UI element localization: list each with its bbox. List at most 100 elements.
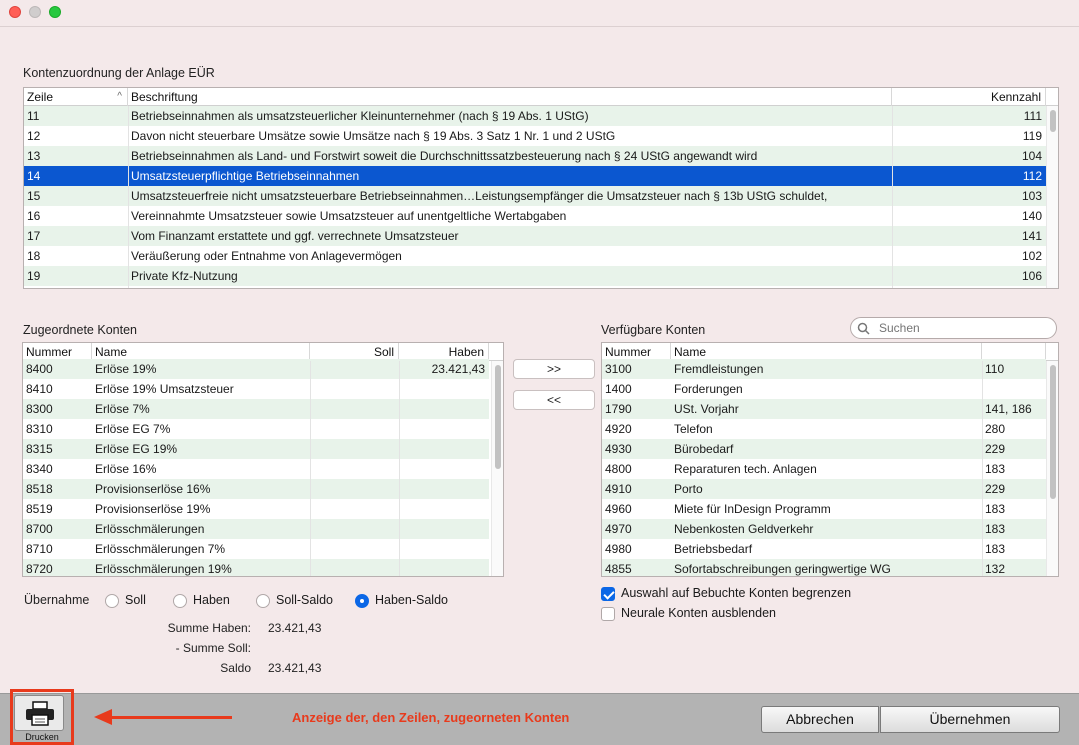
- summe-haben-value: 23.421,43: [268, 621, 322, 635]
- name-cell: USt. Vorjahr: [674, 402, 739, 416]
- kennzahl-cell: 140: [1021, 209, 1042, 223]
- search-input[interactable]: [879, 320, 1049, 336]
- haben-cell: [399, 539, 489, 559]
- haben-cell: [399, 559, 489, 576]
- saldo-label: Saldo: [220, 661, 251, 675]
- soll-cell: [310, 519, 399, 539]
- kennzahl-cell: 183: [985, 542, 1006, 556]
- verfuegbar-scroll-thumb[interactable]: [1050, 365, 1056, 499]
- zugeordnet-scroll-thumb[interactable]: [495, 365, 501, 469]
- nummer-cell: 8519: [26, 502, 53, 516]
- radio-soll-saldo-dot[interactable]: [256, 594, 270, 608]
- name-cell: Erlösschmälerungen 19%: [95, 562, 232, 576]
- sort-ascending-icon: ^: [117, 91, 122, 102]
- table-row[interactable]: 1400 Forderungen: [602, 379, 1046, 399]
- verfuegbar-scrollbar[interactable]: [1046, 361, 1058, 576]
- table-row[interactable]: 3100 Fremdleistungen 110: [602, 359, 1046, 379]
- table-row[interactable]: 4970 Nebenkosten Geldverkehr 183: [602, 519, 1046, 539]
- soll-cell: [310, 379, 399, 399]
- soll-cell: [310, 559, 399, 576]
- column-divider: [310, 361, 311, 576]
- cancel-button[interactable]: Abbrechen: [761, 706, 879, 733]
- table-row[interactable]: 8315 Erlöse EG 19%: [23, 439, 489, 459]
- beschriftung-cell: Umsatzsteuerpflichtige Betriebseinnahmen: [131, 169, 360, 183]
- radio-soll-dot[interactable]: [105, 594, 119, 608]
- print-highlight-frame: [10, 689, 74, 745]
- nummer-cell: 8315: [26, 442, 53, 456]
- table-row[interactable]: 8720 Erlösschmälerungen 19%: [23, 559, 489, 576]
- close-window-button[interactable]: [9, 6, 21, 18]
- zeile-cell: 17: [27, 229, 41, 243]
- annotation-text: Anzeige der, den Zeilen, zugeorneten Kon…: [292, 710, 570, 725]
- name-cell: Fremdleistungen: [674, 362, 764, 376]
- nummer-cell: 4970: [605, 522, 632, 536]
- table-row[interactable]: 1790 USt. Vorjahr 141, 186: [602, 399, 1046, 419]
- nummer-cell: 4920: [605, 422, 632, 436]
- checkbox-neurale-konten-label: Neurale Konten ausblenden: [621, 606, 776, 620]
- anlage-table[interactable]: Zeile ^ Beschriftung Kennzahl 11 Betriebse…: [23, 87, 1059, 289]
- remove-account-button[interactable]: <<: [513, 390, 595, 410]
- radio-haben-dot[interactable]: [173, 594, 187, 608]
- zeile-cell: 16: [27, 209, 41, 223]
- table-row[interactable]: 8400 Erlöse 19% 23.421,43: [23, 359, 489, 379]
- table-row[interactable]: 4960 Miete für InDesign Programm 183: [602, 499, 1046, 519]
- table-row[interactable]: 4855 Sofortabschreibungen geringwertige W…: [602, 559, 1046, 576]
- table-row[interactable]: 8310 Erlöse EG 7%: [23, 419, 489, 439]
- soll-cell: [310, 419, 399, 439]
- table-row[interactable]: 8340 Erlöse 16%: [23, 459, 489, 479]
- search-icon: [857, 322, 870, 335]
- zeile-cell: 14: [27, 169, 41, 183]
- beschriftung-cell: Betriebseinnahmen als Land- und Forstwir…: [131, 149, 758, 163]
- column-header-beschriftung[interactable]: Beschriftung: [128, 88, 892, 106]
- table-row[interactable]: 8300 Erlöse 7%: [23, 399, 489, 419]
- kennzahl-cell: 183: [985, 502, 1006, 516]
- table-row[interactable]: 8410 Erlöse 19% Umsatzsteuer: [23, 379, 489, 399]
- nummer-cell: 4960: [605, 502, 632, 516]
- soll-cell: [310, 359, 399, 379]
- column-header-kennzahl[interactable]: Kennzahl: [892, 88, 1046, 106]
- verfuegbare-konten-table[interactable]: Nummer Name 3100 Fremdleistungen 110 1400 Fo…: [601, 342, 1059, 577]
- minimize-window-button[interactable]: [29, 6, 41, 18]
- beschriftung-cell: Veräußerung oder Entnahme von Anlageverm…: [131, 249, 402, 263]
- zoom-window-button[interactable]: [49, 6, 61, 18]
- checkbox-neurale-konten-box[interactable]: [601, 607, 615, 621]
- summe-haben-label: Summe Haben:: [167, 621, 251, 635]
- column-divider: [399, 361, 400, 576]
- radio-haben-saldo-dot[interactable]: [355, 594, 369, 608]
- name-cell: Provisionserlöse 16%: [95, 482, 211, 496]
- haben-cell: [399, 419, 489, 439]
- name-cell: Porto: [674, 482, 703, 496]
- name-cell: Erlöse EG 19%: [95, 442, 178, 456]
- anlage-scroll-thumb[interactable]: [1050, 110, 1056, 132]
- kennzahl-cell: 110: [985, 362, 1005, 376]
- name-cell: Erlöse 19% Umsatzsteuer: [95, 382, 234, 396]
- table-row[interactable]: 4910 Porto 229: [602, 479, 1046, 499]
- checkbox-bebuchte-konten-box[interactable]: [601, 587, 615, 601]
- checkbox-bebuchte-konten-label: Auswahl auf Bebuchte Konten begrenzen: [621, 586, 852, 600]
- verfuegbar-section-title: Verfügbare Konten: [601, 323, 706, 337]
- name-cell: Miete für InDesign Programm: [674, 502, 831, 516]
- zugeordnete-konten-table[interactable]: Nummer Name Soll Haben 8400 Erlöse 19% 23.…: [22, 342, 504, 577]
- summe-soll-label: - Summe Soll:: [175, 641, 251, 655]
- kennzahl-cell: 229: [985, 442, 1006, 456]
- kennzahl-cell: 102: [1021, 249, 1042, 263]
- anlage-scrollbar[interactable]: [1046, 106, 1058, 288]
- table-row[interactable]: 4920 Telefon 280: [602, 419, 1046, 439]
- table-row[interactable]: 4800 Reparaturen tech. Anlagen 183: [602, 459, 1046, 479]
- kennzahl-cell: 183: [985, 462, 1006, 476]
- table-row[interactable]: 8518 Provisionserlöse 16%: [23, 479, 489, 499]
- table-row[interactable]: 8519 Provisionserlöse 19%: [23, 499, 489, 519]
- zeile-cell: 13: [27, 149, 41, 163]
- add-account-button[interactable]: >>: [513, 359, 595, 379]
- zeile-cell: 11: [27, 109, 40, 123]
- soll-cell: [310, 499, 399, 519]
- table-row[interactable]: 8710 Erlösschmälerungen 7%: [23, 539, 489, 559]
- column-header-zeile[interactable]: Zeile ^: [24, 88, 128, 106]
- table-row[interactable]: 8700 Erlösschmälerungen: [23, 519, 489, 539]
- apply-button[interactable]: Übernehmen: [880, 706, 1060, 733]
- table-row[interactable]: 4980 Betriebsbedarf 183: [602, 539, 1046, 559]
- table-row[interactable]: 4930 Bürobedarf 229: [602, 439, 1046, 459]
- search-field[interactable]: [850, 317, 1057, 339]
- nummer-cell: 4910: [605, 482, 632, 496]
- zugeordnet-scrollbar[interactable]: [491, 361, 503, 576]
